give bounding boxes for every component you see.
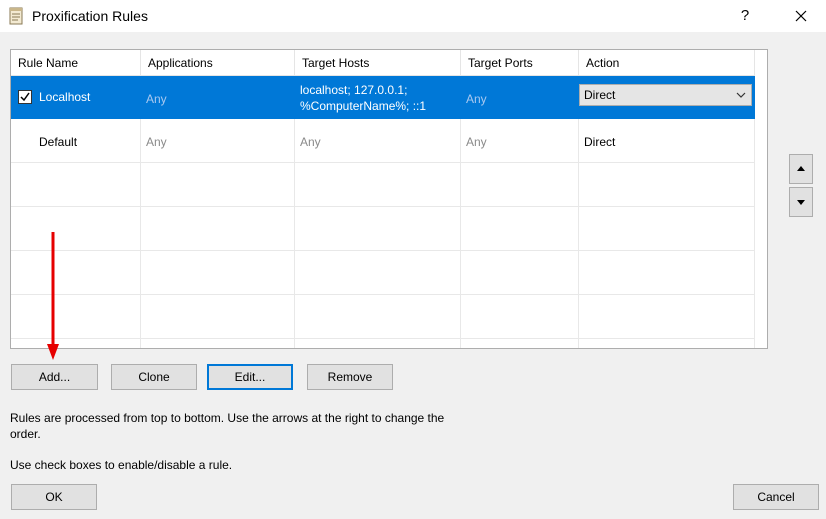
rules-table[interactable]: Rule Name Applications Target Hosts Targ… — [10, 49, 768, 349]
rule-action: Direct — [584, 135, 616, 149]
rule-applications: Any — [146, 135, 167, 149]
checkbox-check-icon — [20, 92, 30, 102]
move-down-icon — [797, 200, 805, 205]
row-divider — [11, 338, 755, 339]
column-header-target-ports[interactable]: Target Ports — [461, 50, 579, 76]
row-divider — [11, 162, 755, 163]
column-header-rule-name[interactable]: Rule Name — [11, 50, 141, 76]
action-select-value: Direct — [584, 88, 616, 102]
rule-target-hosts-line2: %ComputerName%; ::1 — [300, 99, 427, 113]
info-text-line1: Rules are processed from top to bottom. … — [10, 411, 445, 425]
app-icon — [9, 7, 23, 25]
table-row[interactable]: Localhost Any localhost; 127.0.0.1; %Com… — [11, 76, 755, 119]
table-row[interactable]: Default Any Any Any Direct — [11, 120, 755, 162]
rule-target-hosts-line1: localhost; 127.0.0.1; — [300, 83, 408, 97]
move-down-button[interactable] — [789, 187, 813, 217]
help-button[interactable]: ? — [735, 5, 755, 27]
column-header-applications[interactable]: Applications — [141, 50, 295, 76]
close-icon[interactable] — [787, 4, 815, 28]
rule-target-ports: Any — [466, 135, 487, 149]
annotation-arrow — [47, 232, 59, 360]
info-text-line3: Use check boxes to enable/disable a rule… — [10, 458, 233, 472]
move-up-button[interactable] — [789, 154, 813, 184]
column-header-target-hosts[interactable]: Target Hosts — [295, 50, 461, 76]
ok-button[interactable]: OK — [11, 484, 97, 510]
cancel-button[interactable]: Cancel — [733, 484, 819, 510]
title-bar: Proxification Rules ? — [0, 0, 826, 32]
rule-enable-checkbox[interactable] — [18, 90, 32, 104]
row-divider — [11, 294, 755, 295]
rule-name: Localhost — [39, 90, 91, 104]
clone-button[interactable]: Clone — [111, 364, 197, 390]
column-header-action[interactable]: Action — [579, 50, 755, 76]
rule-target-ports: Any — [466, 92, 487, 106]
info-text-line2: order. — [10, 427, 41, 441]
rule-target-hosts: Any — [300, 135, 321, 149]
chevron-down-icon — [736, 92, 746, 98]
rule-name: Default — [39, 135, 78, 149]
row-divider — [11, 206, 755, 207]
rule-applications: Any — [146, 92, 167, 106]
add-button[interactable]: Add... — [11, 364, 98, 390]
action-select[interactable]: Direct — [579, 84, 752, 106]
row-divider — [11, 250, 755, 251]
edit-button[interactable]: Edit... — [207, 364, 293, 390]
window-title: Proxification Rules — [32, 8, 148, 24]
remove-button[interactable]: Remove — [307, 364, 393, 390]
move-up-icon — [797, 166, 805, 171]
